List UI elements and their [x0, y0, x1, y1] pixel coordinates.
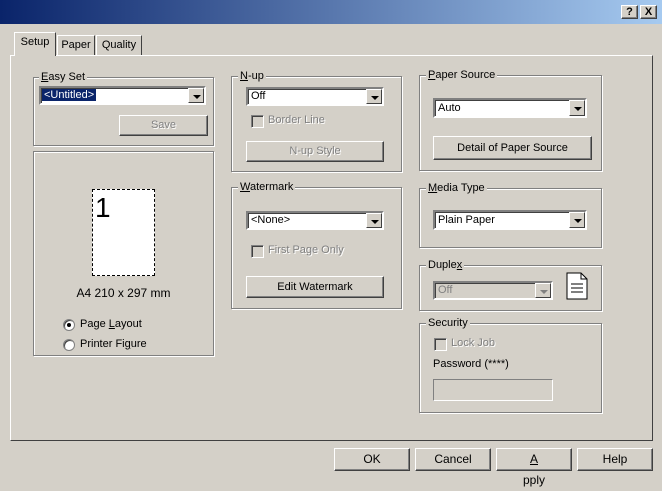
chevron-down-icon[interactable] — [366, 89, 382, 104]
edit-watermark-label: Edit Watermark — [277, 281, 353, 293]
watermark-label: Watermark — [238, 181, 296, 193]
border-line-label: Border Line — [268, 114, 325, 126]
password-field[interactable] — [433, 379, 553, 401]
first-page-only-label: First Page Only — [268, 244, 344, 256]
nup-value: Off — [251, 90, 266, 102]
nup-style-button[interactable]: N-up Style — [246, 141, 384, 162]
nup-dropdown[interactable]: Off — [246, 87, 384, 106]
apply-button[interactable]: Apply — [496, 448, 572, 487]
border-line-checkbox[interactable] — [251, 115, 264, 128]
tab-paper[interactable]: Paper — [57, 35, 95, 56]
save-button-label: Save — [150, 119, 177, 131]
tab-quality[interactable]: Quality — [96, 35, 142, 56]
easy-set-dropdown[interactable]: <Untitled> — [39, 86, 206, 105]
page-preview: 1 — [92, 189, 155, 276]
page-layout-label[interactable]: Page Layout — [80, 318, 142, 330]
chevron-down-icon[interactable] — [366, 213, 382, 228]
nup-label: N-up — [238, 70, 266, 82]
nup-style-label: N-up Style — [289, 145, 341, 157]
easy-set-label: Easy Set — [39, 71, 88, 83]
watermark-dropdown[interactable]: <None> — [246, 211, 384, 230]
help-title-button[interactable]: ? — [621, 5, 638, 19]
save-button[interactable]: Save — [119, 115, 208, 136]
cancel-button[interactable]: Cancel — [415, 448, 491, 471]
password-label: Password (****) — [433, 358, 509, 370]
lock-job-label: Lock Job — [451, 337, 496, 349]
chevron-down-icon[interactable] — [569, 100, 585, 116]
lock-job-checkbox[interactable] — [434, 338, 447, 351]
detail-paper-source-label: Detail of Paper Source — [457, 142, 568, 154]
first-page-only-checkbox[interactable] — [251, 245, 264, 258]
chevron-down-icon[interactable] — [535, 283, 551, 298]
media-type-label: Media Type — [426, 182, 487, 194]
chevron-down-icon[interactable] — [569, 212, 585, 228]
printer-figure-label[interactable]: Printer Figure — [80, 338, 147, 350]
edit-watermark-button[interactable]: Edit Watermark — [246, 276, 384, 298]
page-layout-radio[interactable] — [63, 319, 75, 331]
detail-paper-source-button[interactable]: Detail of Paper Source — [433, 136, 592, 160]
security-label: Security — [426, 317, 470, 329]
document-icon — [566, 272, 588, 300]
title-bar — [0, 0, 662, 24]
printer-figure-radio[interactable] — [63, 339, 75, 351]
page-number: 1 — [95, 192, 111, 223]
paper-source-dropdown[interactable]: Auto — [433, 98, 587, 118]
paper-source-label: Paper Source — [426, 69, 498, 81]
paper-source-value: Auto — [438, 102, 461, 114]
chevron-down-icon[interactable] — [188, 88, 204, 103]
duplex-dropdown[interactable]: Off — [433, 281, 553, 300]
help-button[interactable]: Help — [577, 448, 653, 471]
media-type-value: Plain Paper — [438, 214, 495, 226]
paper-size-label: A4 210 x 297 mm — [76, 286, 171, 300]
easy-set-value: <Untitled> — [42, 89, 97, 101]
tab-setup[interactable]: Setup — [14, 32, 56, 56]
duplex-label: Duplex — [426, 259, 465, 271]
close-title-button[interactable]: X — [640, 5, 657, 19]
duplex-value: Off — [438, 284, 453, 296]
watermark-value: <None> — [251, 214, 291, 226]
ok-button[interactable]: OK — [334, 448, 410, 471]
media-type-dropdown[interactable]: Plain Paper — [433, 210, 587, 230]
